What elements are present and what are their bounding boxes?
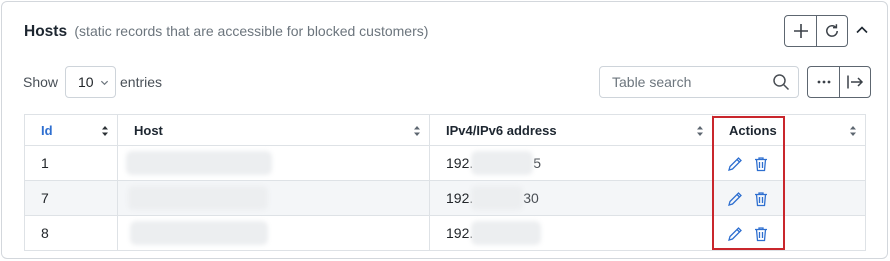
cell-ip: 192. <box>429 215 713 251</box>
column-header-actions[interactable]: Actions <box>712 114 866 146</box>
sort-icon <box>697 126 703 136</box>
cell-id: 8 <box>24 215 118 251</box>
page-title: Hosts <box>24 23 68 40</box>
column-label-id: Id <box>41 122 53 138</box>
ip-suffix: 30 <box>523 190 539 206</box>
entries-label: entries <box>120 74 163 90</box>
sort-icon <box>414 126 420 136</box>
add-button[interactable] <box>785 16 816 46</box>
ip-prefix: 192. <box>446 155 474 171</box>
redacted-host <box>130 221 268 245</box>
redacted-ip <box>471 221 542 245</box>
sort-icon <box>850 126 856 136</box>
edit-icon[interactable] <box>727 191 743 207</box>
cell-id: 1 <box>24 145 118 181</box>
search-input[interactable] <box>600 73 760 91</box>
sort-desc-icon <box>102 126 108 136</box>
page-subtitle: (static records that are accessible for … <box>74 23 429 39</box>
ip-prefix: 192. <box>446 225 474 241</box>
column-label-actions: Actions <box>729 122 777 138</box>
hosts-table: Id Host IPv4/IPv6 address Actions 1 192.… <box>24 114 866 251</box>
ip-prefix: 192. <box>446 190 474 206</box>
refresh-icon <box>826 24 838 37</box>
trash-icon[interactable] <box>753 226 769 242</box>
trash-icon[interactable] <box>753 156 769 172</box>
more-button[interactable] <box>808 67 839 97</box>
search-icon[interactable] <box>772 73 790 91</box>
table-row: 7 192. 30 <box>24 180 866 216</box>
header-button-group <box>784 15 848 47</box>
edit-icon[interactable] <box>727 156 743 172</box>
redacted-ip <box>471 186 524 210</box>
chevron-down-icon <box>100 80 108 85</box>
arrow-to-right-icon <box>847 75 864 89</box>
table-row: 8 192. <box>24 215 866 251</box>
cell-actions <box>712 180 866 216</box>
edit-icon[interactable] <box>727 226 743 242</box>
cell-ip: 192. 30 <box>429 180 713 216</box>
table-row: 1 192. 5 <box>24 145 866 181</box>
cell-host <box>117 180 430 216</box>
column-label-ip: IPv4/IPv6 address <box>446 122 557 138</box>
cell-host <box>117 215 430 251</box>
show-label: Show <box>23 74 59 90</box>
ip-suffix: 5 <box>533 155 542 171</box>
ellipsis-icon <box>817 80 830 84</box>
column-header-id[interactable]: Id <box>24 114 118 146</box>
column-header-ip[interactable]: IPv4/IPv6 address <box>429 114 713 146</box>
panel-title: Hosts (static records that are accessibl… <box>24 23 428 41</box>
entries-select[interactable]: 10 <box>65 66 116 98</box>
table-tools-group <box>807 66 871 98</box>
refresh-button[interactable] <box>816 16 847 46</box>
cell-host <box>117 145 430 181</box>
redacted-host <box>126 151 272 175</box>
entries-value: 10 <box>78 74 94 90</box>
cell-actions <box>712 145 866 181</box>
plus-icon <box>793 24 808 38</box>
export-button[interactable] <box>839 67 870 97</box>
table-header-row: Id Host IPv4/IPv6 address Actions <box>24 114 866 146</box>
redacted-ip <box>471 151 534 175</box>
collapse-button[interactable] <box>852 20 872 40</box>
column-label-host: Host <box>134 122 163 138</box>
trash-icon[interactable] <box>753 191 769 207</box>
redacted-host <box>128 186 268 210</box>
column-header-host[interactable]: Host <box>117 114 430 146</box>
table-search <box>599 66 799 98</box>
chevron-up-icon <box>856 26 868 34</box>
cell-id: 7 <box>24 180 118 216</box>
cell-actions <box>712 215 866 251</box>
cell-ip: 192. 5 <box>429 145 713 181</box>
